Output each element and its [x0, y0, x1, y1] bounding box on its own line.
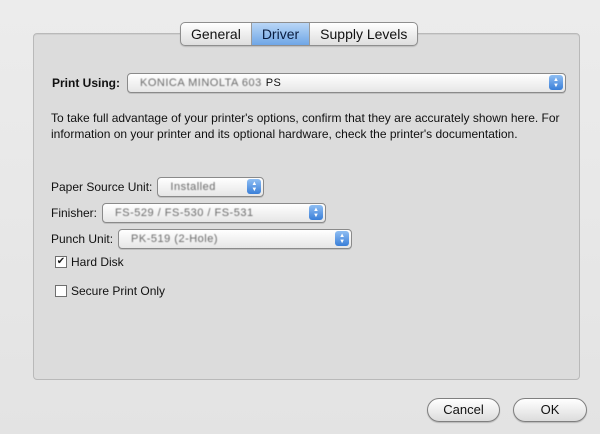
cancel-button[interactable]: Cancel [427, 398, 500, 422]
finisher-label: Finisher: [51, 206, 98, 220]
paper-source-value: Installed [170, 181, 216, 193]
tab-general[interactable]: General [181, 23, 252, 45]
punch-unit-row: Punch Unit: PK-519 (2-Hole) ▲ ▼ [51, 229, 353, 249]
empty-checkbox-icon [55, 285, 67, 297]
finisher-value: FS-529 / FS-530 / FS-531 [115, 207, 254, 219]
checkmark-icon: ✔ [55, 256, 67, 268]
print-using-label: Print Using: [52, 76, 120, 90]
hard-disk-label: Hard Disk [71, 255, 124, 269]
popup-arrows-icon: ▲ ▼ [335, 231, 350, 246]
paper-source-label: Paper Source Unit: [51, 180, 153, 194]
paper-source-row: Paper Source Unit: Installed ▲ ▼ [51, 177, 265, 197]
hard-disk-checkbox[interactable]: ✔ Hard Disk [55, 255, 124, 269]
finisher-row: Finisher: FS-529 / FS-530 / FS-531 ▲ ▼ [51, 203, 327, 223]
print-using-suffix: PS [265, 77, 282, 89]
finisher-popup[interactable]: FS-529 / FS-530 / FS-531 ▲ ▼ [102, 203, 327, 223]
popup-arrows-icon: ▲ ▼ [247, 179, 262, 194]
printer-options-dialog: General Driver Supply Levels Print Using… [0, 0, 600, 434]
print-using-row: Print Using: KONICA MINOLTA 603 PS ▲ ▼ [52, 73, 566, 93]
tab-bar: General Driver Supply Levels [180, 22, 419, 46]
punch-unit-label: Punch Unit: [51, 232, 114, 246]
popup-arrows-icon: ▲ ▼ [309, 205, 324, 220]
popup-arrows-icon: ▲ ▼ [549, 75, 563, 90]
print-using-value: KONICA MINOLTA 603 [140, 77, 262, 89]
punch-unit-value: PK-519 (2-Hole) [131, 233, 219, 245]
paper-source-popup[interactable]: Installed ▲ ▼ [157, 177, 265, 197]
secure-print-checkbox[interactable]: Secure Print Only [55, 284, 165, 298]
description-text: To take full advantage of your printer's… [51, 111, 560, 141]
tab-supply-levels[interactable]: Supply Levels [310, 23, 417, 45]
ok-button[interactable]: OK [513, 398, 587, 422]
punch-unit-popup[interactable]: PK-519 (2-Hole) ▲ ▼ [118, 229, 353, 249]
secure-print-label: Secure Print Only [71, 284, 166, 298]
tab-driver[interactable]: Driver [251, 23, 311, 45]
print-using-popup[interactable]: KONICA MINOLTA 603 PS ▲ ▼ [127, 73, 566, 93]
